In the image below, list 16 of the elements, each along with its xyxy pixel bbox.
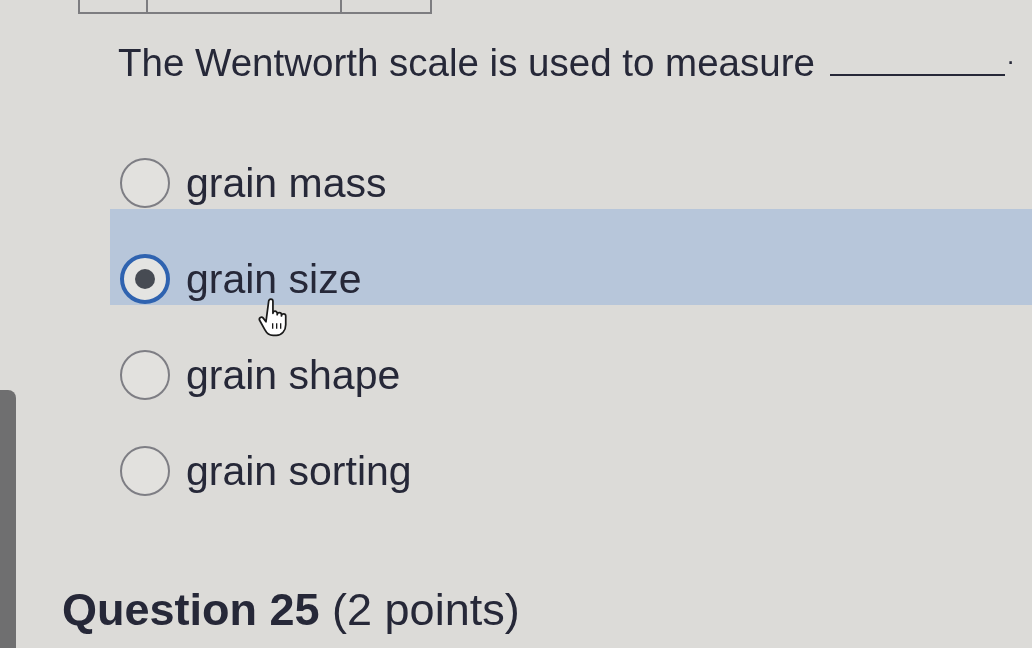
radio-button[interactable] (120, 350, 170, 400)
radio-button[interactable] (120, 446, 170, 496)
option-label: grain size (186, 255, 362, 304)
question-text: The Wentworth scale is used to measure (118, 40, 815, 86)
table-cell (78, 0, 148, 14)
radio-button[interactable] (120, 158, 170, 208)
option-label: grain sorting (186, 447, 412, 496)
question-heading: Question 25 (2 points) (62, 583, 521, 637)
answer-option[interactable]: grain size (110, 209, 1032, 305)
answer-option[interactable]: grain mass (110, 113, 1032, 209)
radio-button[interactable] (120, 254, 170, 304)
option-label: grain mass (186, 159, 387, 208)
answer-option[interactable]: grain shape (110, 305, 1032, 401)
answer-option[interactable]: grain sorting (110, 401, 1032, 497)
question-punctuation: . (1006, 40, 1015, 70)
option-label: grain shape (186, 351, 401, 400)
